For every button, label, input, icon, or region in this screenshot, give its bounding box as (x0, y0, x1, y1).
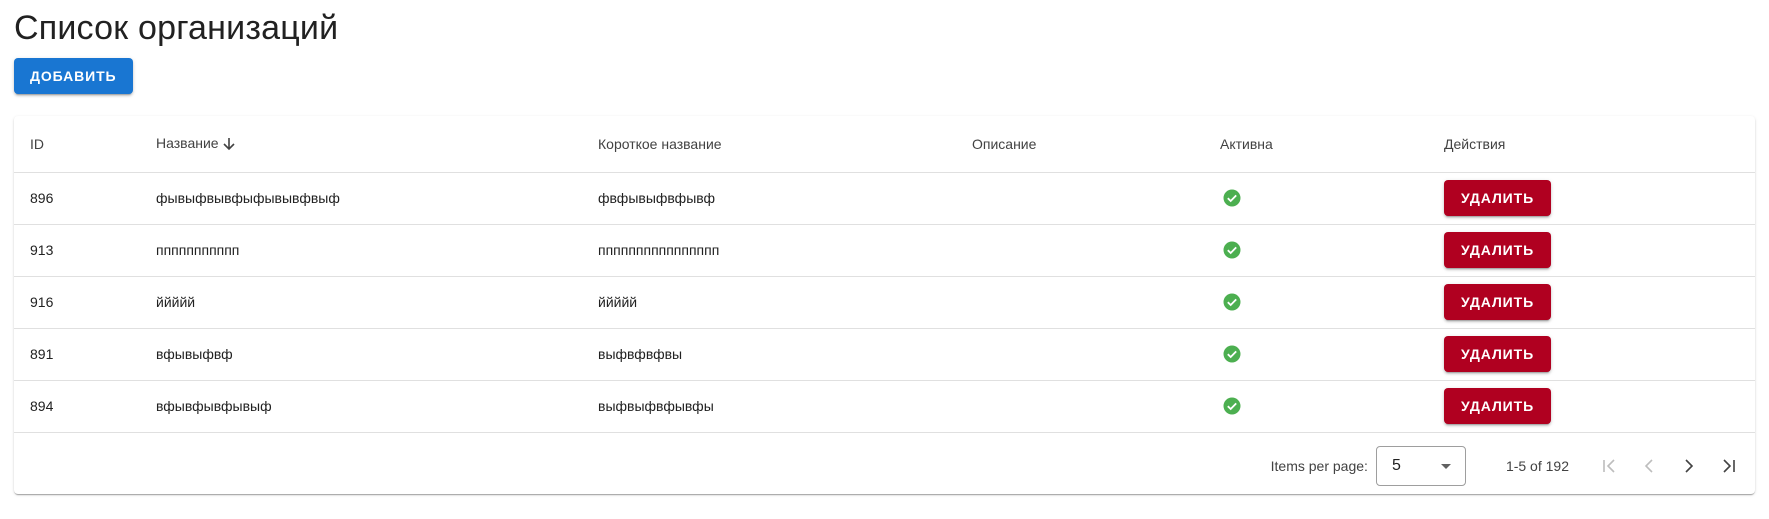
cell-active (1220, 328, 1444, 381)
first-page-button[interactable] (1589, 446, 1629, 486)
header-id[interactable]: ID (14, 116, 156, 173)
page-size-select[interactable]: 5 (1375, 446, 1466, 486)
table-header-row: ID Название Короткое название Описание А… (14, 116, 1755, 173)
cell-id: 894 (14, 380, 156, 433)
header-active[interactable]: Активна (1220, 116, 1444, 173)
cell-actions: Удалить (1444, 328, 1755, 381)
page: Список организаций Добавить ID Название … (0, 0, 1769, 519)
header-name[interactable]: Название (156, 116, 598, 173)
cell-description (972, 172, 1220, 225)
add-button[interactable]: Добавить (14, 58, 133, 94)
cell-name: вфывыфвф (156, 328, 598, 381)
paginator: Items per page: 5 1-5 of 192 (14, 438, 1755, 494)
cell-active (1220, 276, 1444, 329)
delete-button[interactable]: Удалить (1444, 232, 1552, 268)
items-per-page-label: Items per page: (1270, 458, 1368, 474)
delete-button[interactable]: Удалить (1444, 388, 1552, 424)
cell-id: 916 (14, 276, 156, 329)
chevron-right-icon (1685, 459, 1694, 473)
table-row[interactable]: 913 ппппппппппп пппппппппппппппп Удалить (14, 224, 1755, 277)
cell-actions: Удалить (1444, 224, 1755, 277)
dropdown-arrow-icon (1440, 463, 1451, 469)
page-size-value: 5 (1391, 457, 1401, 474)
cell-id: 891 (14, 328, 156, 381)
delete-button[interactable]: Удалить (1444, 336, 1552, 372)
cell-name: вфывфывфывыф (156, 380, 598, 433)
cell-short-name: фвфывыфвфывф (598, 172, 972, 225)
cell-description (972, 380, 1220, 433)
table-row[interactable]: 894 вфывфывфывыф выфвыфвфывфы Удалить (14, 380, 1755, 433)
range-label: 1-5 of 192 (1505, 458, 1569, 474)
page-title: Список организаций (14, 9, 339, 47)
delete-button[interactable]: Удалить (1444, 180, 1552, 216)
table-row[interactable]: 916 ййййй ййййй Удалить (14, 276, 1755, 329)
last-page-icon (1723, 459, 1735, 473)
delete-button[interactable]: Удалить (1444, 284, 1552, 320)
check-circle-icon (1223, 241, 1241, 259)
cell-short-name: ййййй (598, 276, 972, 329)
check-circle-icon (1223, 293, 1241, 311)
check-circle-icon (1223, 397, 1241, 415)
cell-short-name: выфвыфвфывфы (598, 380, 972, 433)
cell-description (972, 276, 1220, 329)
cell-active (1220, 224, 1444, 277)
check-circle-icon (1223, 345, 1241, 363)
arrow-down-icon (222, 138, 235, 151)
cell-active (1220, 380, 1444, 433)
previous-page-button[interactable] (1629, 446, 1669, 486)
header-actions: Действия (1444, 116, 1755, 173)
cell-name: ййййй (156, 276, 598, 329)
header-description[interactable]: Описание (972, 116, 1220, 173)
chevron-left-icon (1644, 459, 1653, 473)
organizations-table-card: ID Название Короткое название Описание А… (14, 116, 1755, 494)
cell-description (972, 328, 1220, 381)
cell-name: фывыфвывфыфывывфвыф (156, 172, 598, 225)
cell-description (972, 224, 1220, 277)
last-page-button[interactable] (1709, 446, 1749, 486)
cell-active (1220, 172, 1444, 225)
cell-actions: Удалить (1444, 380, 1755, 433)
cell-id: 896 (14, 172, 156, 225)
next-page-button[interactable] (1669, 446, 1709, 486)
cell-id: 913 (14, 224, 156, 277)
table-row[interactable]: 891 вфывыфвф выфвфвфвы Удалить (14, 328, 1755, 381)
table-row[interactable]: 896 фывыфвывфыфывывфвыф фвфывыфвфывф Уда… (14, 172, 1755, 225)
cell-short-name: выфвфвфвы (598, 328, 972, 381)
cell-actions: Удалить (1444, 172, 1755, 225)
first-page-icon (1603, 459, 1615, 473)
header-name-label: Название (156, 135, 219, 152)
organizations-table: ID Название Короткое название Описание А… (14, 116, 1755, 433)
check-circle-icon (1223, 189, 1241, 207)
cell-name: ппппппппппп (156, 224, 598, 277)
header-short-name[interactable]: Короткое название (598, 116, 972, 173)
cell-short-name: пппппппппппппппп (598, 224, 972, 277)
cell-actions: Удалить (1444, 276, 1755, 329)
